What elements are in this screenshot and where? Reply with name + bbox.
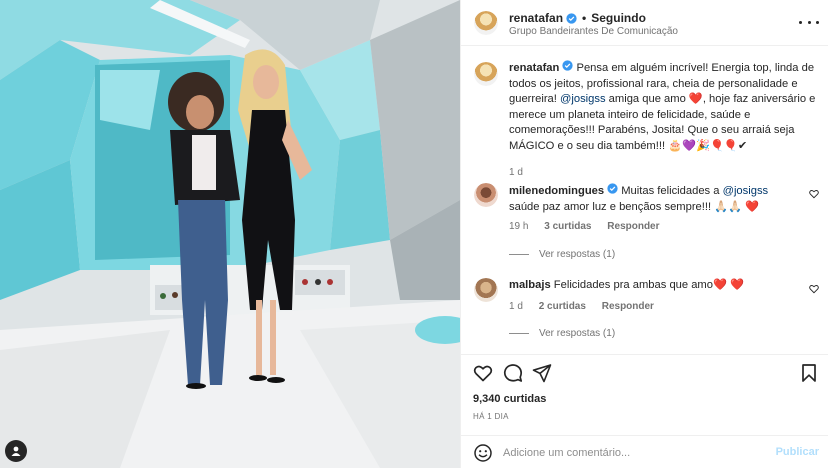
verified-badge-icon — [607, 183, 618, 194]
user-tag-button[interactable] — [5, 440, 27, 462]
caption-mention-link[interactable]: @josigss — [560, 93, 606, 105]
comment-bubble-icon[interactable] — [503, 363, 523, 383]
post-comment-button[interactable]: Publicar — [776, 446, 819, 458]
post-actions: 9,340 curtidas HÁ 1 DIA Publicar — [461, 354, 828, 468]
post-header: renatafan • Seguindo Grupo Bandeirantes … — [461, 0, 828, 46]
bookmark-icon[interactable] — [799, 363, 819, 383]
replies-divider — [509, 333, 529, 334]
caption-username[interactable]: renatafan — [509, 62, 559, 74]
heart-outline-icon[interactable] — [809, 284, 819, 294]
comment-text-part: saúde paz amor luz e bençãos sempre!!! 🙏… — [509, 200, 760, 213]
replies-divider — [509, 254, 529, 255]
commenter-avatar[interactable] — [474, 278, 498, 302]
author-avatar[interactable] — [474, 11, 498, 35]
comment-text-part: Muitas felicidades a — [618, 185, 723, 197]
comment-item: malbajs Felicidades pra ambas que amo❤️ … — [474, 276, 819, 352]
caption-avatar[interactable] — [474, 62, 498, 86]
following-button[interactable]: Seguindo — [591, 11, 646, 25]
verified-badge-icon — [566, 12, 577, 24]
comment-text: malbajs Felicidades pra ambas que amo❤️ … — [509, 278, 794, 294]
verified-badge-icon — [562, 60, 574, 71]
comment-text-part: Felicidades pra ambas que amo❤️ ❤️ — [550, 279, 744, 291]
comment-text: milenedomingues Muitas felicidades a @jo… — [509, 183, 794, 215]
post-side-panel: renatafan • Seguindo Grupo Bandeirantes … — [460, 0, 828, 468]
comment-mention-link[interactable]: @josigss — [723, 185, 769, 197]
caption-heart-emoji: ❤️ — [688, 93, 703, 105]
comments-section[interactable]: renatafan Pensa em alguém incrível! Ener… — [461, 47, 828, 353]
comment-like-count[interactable]: 2 curtidas — [539, 301, 586, 312]
emoji-smile-icon[interactable] — [473, 443, 493, 463]
heart-outline-icon[interactable] — [809, 189, 819, 199]
view-replies-label: Ver respostas (1) — [539, 249, 616, 260]
post-image — [0, 0, 460, 468]
add-comment-bar: Publicar — [461, 435, 828, 468]
view-replies-button[interactable]: Ver respostas (1) — [509, 249, 615, 260]
commenter-avatar[interactable] — [474, 183, 498, 207]
comment-timestamp[interactable]: 1 d — [509, 301, 523, 312]
commenter-username[interactable]: malbajs — [509, 279, 551, 291]
comment-item: milenedomingues Muitas felicidades a @jo… — [474, 181, 819, 271]
separator-dot: • — [582, 11, 587, 25]
like-count[interactable]: 9,340 curtidas — [473, 393, 546, 405]
view-replies-button[interactable]: Ver respostas (1) — [509, 328, 615, 339]
person-tag-icon — [11, 446, 21, 456]
comment-timestamp[interactable]: 19 h — [509, 221, 528, 232]
caption-text-part: amiga que amo — [605, 93, 689, 105]
comment-input[interactable] — [503, 442, 763, 464]
heart-outline-icon[interactable] — [473, 363, 493, 383]
post-timestamp[interactable]: HÁ 1 DIA — [473, 412, 509, 421]
caption-meta: 1 d — [509, 167, 536, 178]
author-line: renatafan • Seguindo — [509, 11, 646, 25]
post-photo[interactable] — [0, 0, 460, 468]
comment-like-count[interactable]: 3 curtidas — [544, 221, 591, 232]
comment-meta: 1 d 2 curtidas Responder — [509, 301, 667, 312]
more-options-button[interactable] — [799, 14, 819, 30]
comment-reply-button[interactable]: Responder — [602, 301, 654, 312]
caption-text: renatafan Pensa em alguém incrível! Ener… — [509, 60, 819, 154]
more-horizontal-icon — [799, 20, 802, 24]
paper-plane-icon[interactable] — [532, 363, 552, 383]
commenter-username[interactable]: milenedomingues — [509, 185, 604, 197]
view-replies-label: Ver respostas (1) — [539, 328, 616, 339]
comment-meta: 19 h 3 curtidas Responder — [509, 221, 673, 232]
action-bar — [473, 363, 819, 383]
comment-reply-button[interactable]: Responder — [607, 221, 659, 232]
author-subtitle[interactable]: Grupo Bandeirantes De Comunicação — [509, 26, 678, 37]
caption-timestamp[interactable]: 1 d — [509, 167, 523, 178]
author-username[interactable]: renatafan — [509, 11, 563, 25]
